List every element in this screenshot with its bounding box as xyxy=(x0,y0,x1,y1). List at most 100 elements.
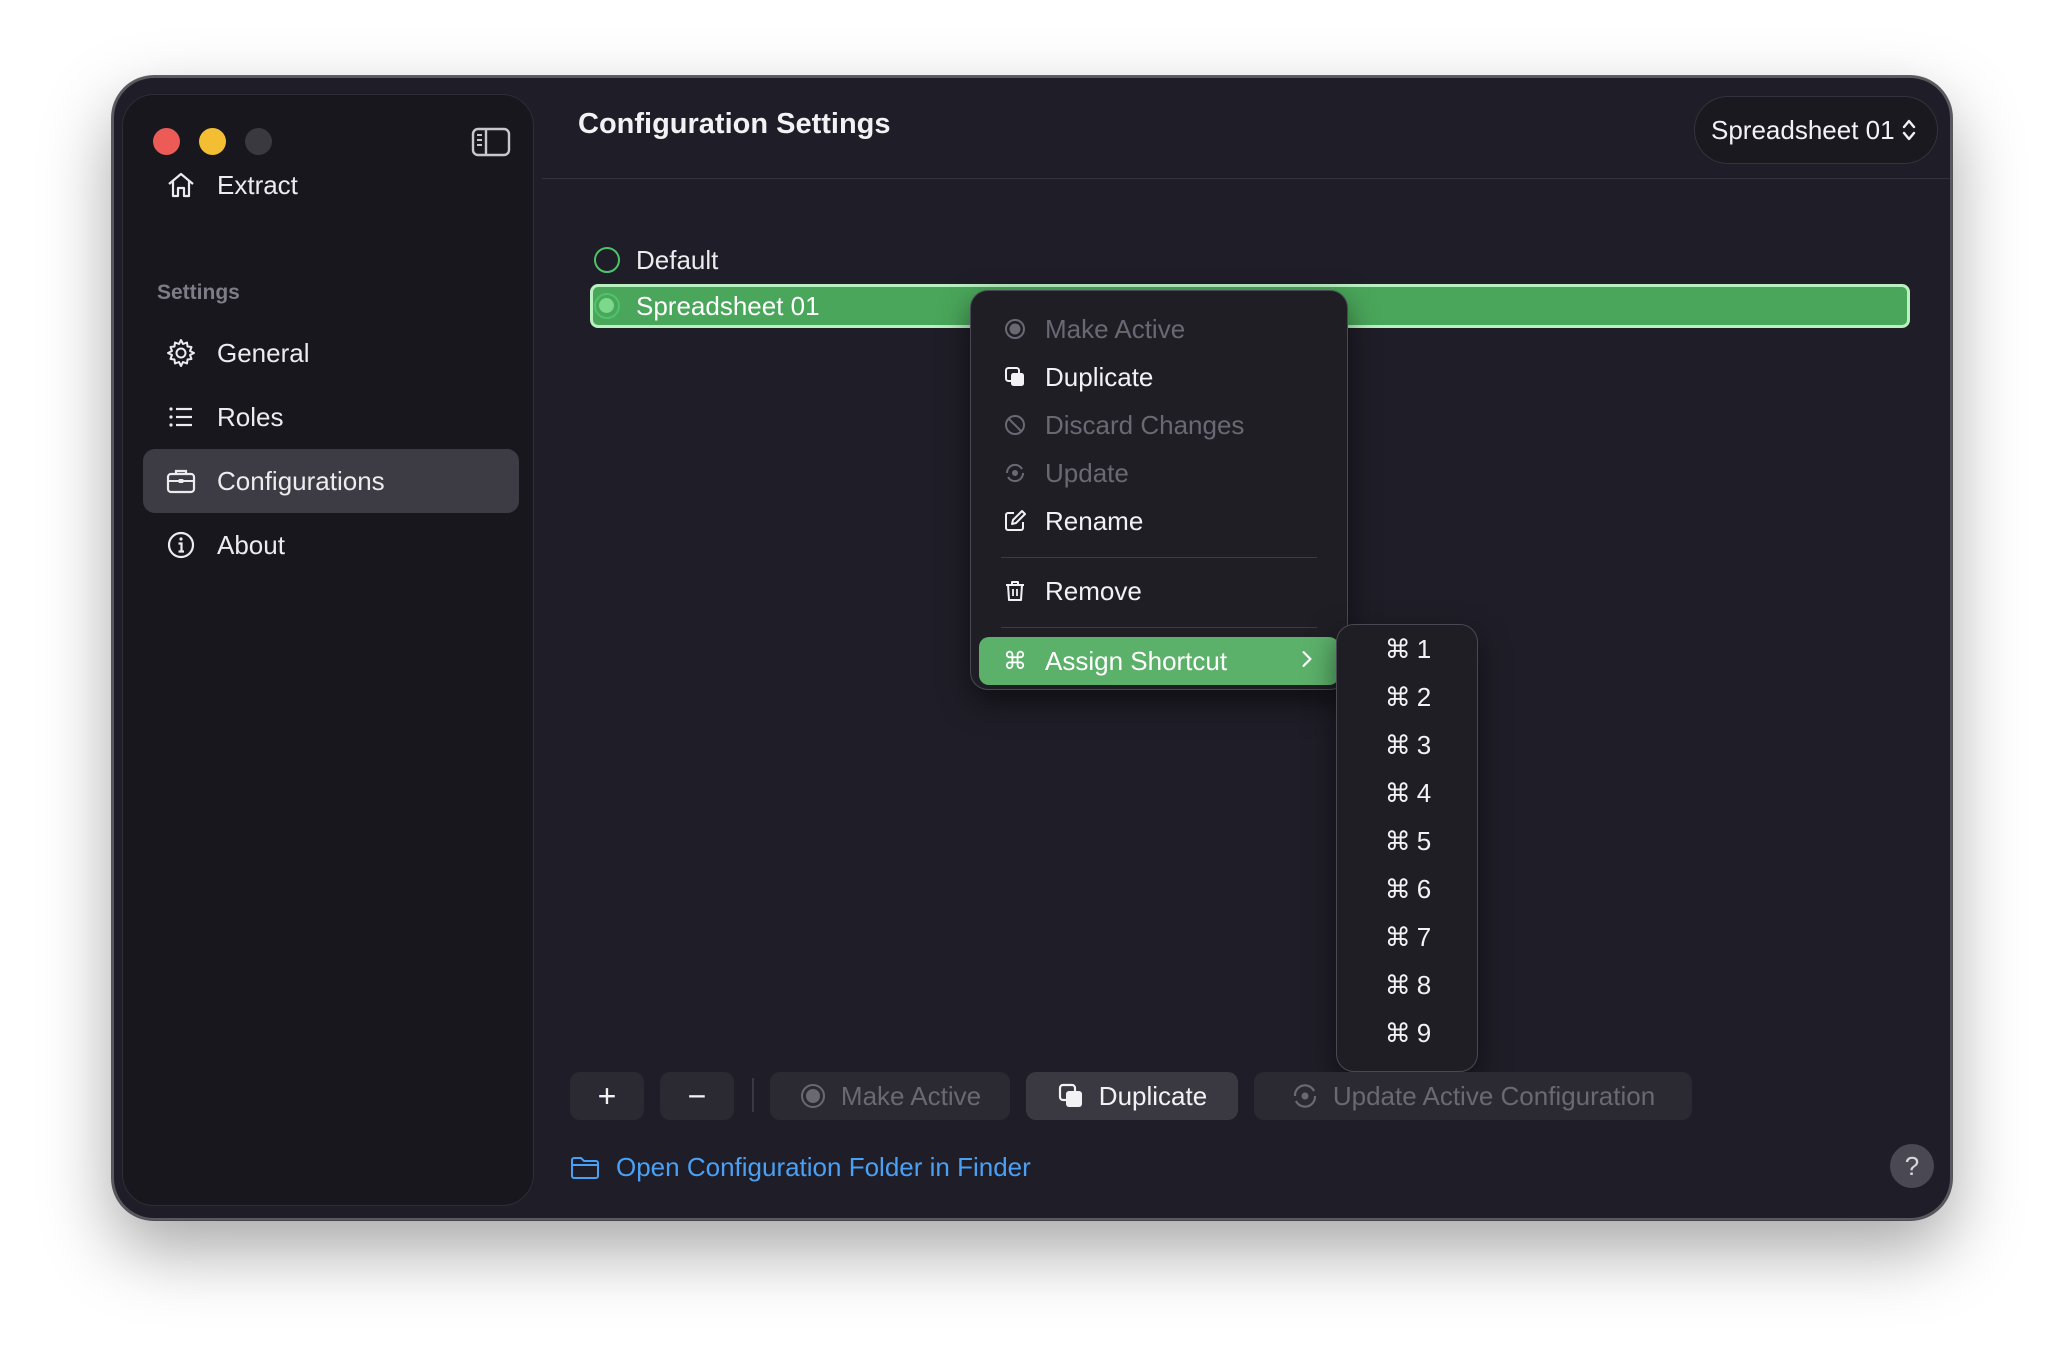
config-row-spreadsheet-01[interactable]: Spreadsheet 01 xyxy=(594,284,820,328)
sidebar-item-about[interactable]: About xyxy=(143,513,519,577)
shortcut-key: 9 xyxy=(1416,1017,1432,1048)
command-symbol: ⌘ xyxy=(1384,729,1411,760)
command-symbol: ⌘ xyxy=(1384,681,1411,712)
shortcut-item-5[interactable]: ⌘ 5 xyxy=(1337,817,1479,865)
sidebar-item-extract[interactable]: Extract xyxy=(143,153,519,217)
duplicate-icon xyxy=(1005,367,1024,386)
menu-item-assign-shortcut[interactable]: ⌘ Assign Shortcut xyxy=(979,637,1339,685)
circle-dot-icon xyxy=(800,1084,825,1108)
shortcut-item-6[interactable]: ⌘ 6 xyxy=(1337,865,1479,913)
command-icon: ⌘ xyxy=(1003,647,1027,675)
command-symbol: ⌘ xyxy=(1384,1017,1411,1048)
radio-indicator[interactable] xyxy=(594,247,620,273)
context-menu: Make Active Duplicate Discard Changes Up… xyxy=(970,290,1348,690)
sidebar-item-label: Extract xyxy=(217,169,298,200)
sidebar-item-label: About xyxy=(217,529,285,560)
config-row-default[interactable]: Default xyxy=(594,238,718,282)
shortcut-key: 4 xyxy=(1416,777,1432,808)
radio-indicator[interactable] xyxy=(594,293,620,319)
menu-item-label: Assign Shortcut xyxy=(1045,645,1228,676)
open-folder-label: Open Configuration Folder in Finder xyxy=(616,1152,1031,1182)
command-symbol: ⌘ xyxy=(1384,873,1411,904)
shortcut-item-7[interactable]: ⌘ 7 xyxy=(1337,913,1479,961)
update-label: Update Active Configuration xyxy=(1332,1080,1656,1111)
circle-dot-icon xyxy=(1005,319,1025,339)
menu-item-discard-changes[interactable]: Discard Changes xyxy=(979,401,1339,449)
menu-item-label: Duplicate xyxy=(1045,361,1154,392)
sidebar-item-configurations[interactable]: Configurations xyxy=(143,449,519,513)
menu-item-label: Discard Changes xyxy=(1045,409,1245,440)
make-active-button[interactable]: Make Active xyxy=(770,1072,1010,1120)
sidebar-item-roles[interactable]: Roles xyxy=(143,385,519,449)
menu-item-duplicate[interactable]: Duplicate xyxy=(979,353,1339,401)
plus-icon: + xyxy=(597,1077,617,1114)
toolbar-separator xyxy=(752,1078,754,1112)
menu-item-rename[interactable]: Rename xyxy=(979,497,1339,545)
briefcase-icon xyxy=(166,469,196,494)
duplicate-button[interactable]: Duplicate xyxy=(1026,1072,1238,1120)
shortcut-key: 1 xyxy=(1416,633,1432,664)
command-symbol: ⌘ xyxy=(1384,777,1411,808)
open-folder-link[interactable]: Open Configuration Folder in Finder xyxy=(570,1152,1031,1183)
update-icon xyxy=(1293,1084,1316,1108)
shortcut-item-9[interactable]: ⌘ 9 xyxy=(1337,1009,1479,1057)
command-symbol: ⌘ xyxy=(1384,825,1411,856)
command-symbol: ⌘ xyxy=(1384,633,1411,664)
duplicate-label: Duplicate xyxy=(1098,1080,1208,1111)
config-name: Spreadsheet 01 xyxy=(636,290,820,321)
sidebar-item-general[interactable]: General xyxy=(143,321,519,385)
configuration-picker[interactable]: Spreadsheet 01 xyxy=(1694,96,1938,164)
menu-item-label: Remove xyxy=(1045,575,1142,606)
sidebar-section-label: Settings xyxy=(157,281,240,304)
info-icon xyxy=(167,531,195,559)
command-symbol: ⌘ xyxy=(1384,969,1411,1000)
menu-item-remove[interactable]: Remove xyxy=(979,567,1339,615)
menu-item-label: Rename xyxy=(1045,505,1144,536)
sidebar-item-label: General xyxy=(217,337,310,368)
question-mark-icon: ? xyxy=(1904,1150,1920,1181)
close-window-button[interactable] xyxy=(153,128,180,155)
update-active-configuration-button[interactable]: Update Active Configuration xyxy=(1254,1072,1692,1120)
shortcut-item-1[interactable]: ⌘ 1 xyxy=(1337,625,1479,673)
minimize-window-button[interactable] xyxy=(199,128,226,155)
help-button[interactable]: ? xyxy=(1890,1144,1934,1188)
add-configuration-button[interactable]: + xyxy=(570,1072,644,1120)
shortcut-item-2[interactable]: ⌘ 2 xyxy=(1337,673,1479,721)
trash-icon xyxy=(1006,581,1024,601)
page-title: Configuration Settings xyxy=(578,108,891,140)
shortcut-key: 3 xyxy=(1416,729,1432,760)
folder-icon xyxy=(571,1156,599,1179)
configuration-picker-value: Spreadsheet 01 xyxy=(1711,114,1895,145)
menu-item-label: Update xyxy=(1045,457,1129,488)
make-active-label: Make Active xyxy=(840,1080,982,1111)
shortcut-item-3[interactable]: ⌘ 3 xyxy=(1337,721,1479,769)
sidebar-item-label: Roles xyxy=(217,401,284,432)
settings-window: Extract Settings General Roles Configura… xyxy=(112,76,1952,1220)
menu-separator xyxy=(1001,627,1317,628)
menu-item-update[interactable]: Update xyxy=(979,449,1339,497)
shortcut-item-4[interactable]: ⌘ 4 xyxy=(1337,769,1479,817)
shortcut-key: 8 xyxy=(1416,969,1432,1000)
house-icon xyxy=(168,172,194,198)
menu-item-label: Make Active xyxy=(1045,313,1186,344)
pencil-square-icon xyxy=(1005,510,1026,531)
list-icon xyxy=(169,407,192,427)
command-symbol: ⌘ xyxy=(1384,921,1411,952)
zoom-window-button[interactable] xyxy=(245,128,272,155)
remove-configuration-button[interactable]: − xyxy=(660,1072,734,1120)
menu-separator xyxy=(1001,557,1317,558)
menu-item-make-active[interactable]: Make Active xyxy=(979,305,1339,353)
chevron-updown-icon xyxy=(1902,119,1915,141)
minus-icon: − xyxy=(687,1077,707,1114)
gear-icon xyxy=(167,339,195,367)
duplicate-icon xyxy=(1058,1083,1082,1107)
shortcut-submenu: ⌘ 1 ⌘ 2 ⌘ 3 ⌘ 4 ⌘ 5 ⌘ 6 ⌘ 7 ⌘ 8 ⌘ 9 xyxy=(1336,624,1478,1072)
chevron-right-icon xyxy=(1302,651,1312,667)
shortcut-key: 2 xyxy=(1416,681,1432,712)
config-name: Default xyxy=(636,244,719,275)
sidebar-item-label: Configurations xyxy=(217,465,385,496)
shortcut-key: 7 xyxy=(1416,921,1432,952)
header-divider xyxy=(542,178,1950,179)
shortcut-item-8[interactable]: ⌘ 8 xyxy=(1337,961,1479,1009)
sidebar: Extract Settings General Roles Configura… xyxy=(122,94,534,1206)
